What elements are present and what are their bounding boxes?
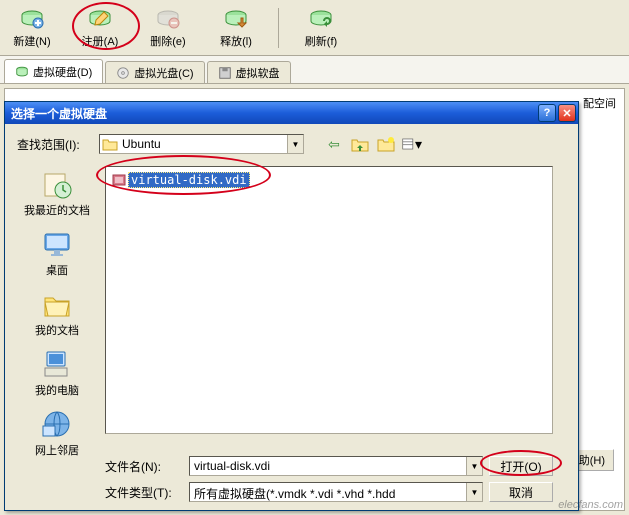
filename-value: virtual-disk.vdi [194,459,270,473]
tab-cd-label: 虚拟光盘(C) [134,65,193,81]
open-file-dialog: 选择一个虚拟硬盘 ? ✕ 查找范围(I): Ubuntu ▼ ⇦ [4,101,579,511]
vdi-file-icon [112,173,126,187]
back-button[interactable]: ⇦ [324,134,344,154]
toolbar-separator [278,8,279,48]
dialog-title: 选择一个虚拟硬盘 [11,105,107,122]
filename-label: 文件名(N): [105,458,183,475]
lookin-dropdown-icon[interactable]: ▼ [287,135,303,153]
release-button[interactable]: 释放(l) [208,2,264,53]
tab-floppy-label: 虚拟软盘 [236,65,280,81]
filetype-combo[interactable]: 所有虚拟硬盘(*.vmdk *.vdi *.vhd *.hdd ▼ [189,482,483,502]
new-label: 新建(N) [13,33,50,49]
disk-delete-icon [156,7,180,31]
new-button[interactable]: 新建(N) [4,2,60,53]
file-name: virtual-disk.vdi [128,172,250,188]
mycomputer-icon [41,348,73,380]
network-icon [41,408,73,440]
tab-virtual-floppy[interactable]: 虚拟软盘 [207,61,291,83]
tab-bar: 虚拟硬盘(D) 虚拟光盘(C) 虚拟软盘 [0,56,629,84]
filename-dropdown-icon[interactable]: ▼ [466,457,482,475]
refresh-label: 刷新(f) [305,33,337,49]
folder-up-icon [351,136,369,152]
place-desktop[interactable]: 桌面 [17,226,97,280]
dialog-titlebar: 选择一个虚拟硬盘 ? ✕ [5,102,578,124]
place-recent[interactable]: 我最近的文档 [17,166,97,220]
tab-virtual-harddisk[interactable]: 虚拟硬盘(D) [4,59,103,83]
tab-virtual-cd[interactable]: 虚拟光盘(C) [105,61,204,83]
dialog-close-button[interactable]: ✕ [558,104,576,122]
filetype-value: 所有虚拟硬盘(*.vmdk *.vdi *.vhd *.hdd [194,487,395,501]
cancel-button[interactable]: 取消 [489,482,553,502]
file-item[interactable]: virtual-disk.vdi [110,171,252,189]
filename-combo[interactable]: virtual-disk.vdi ▼ [189,456,483,476]
place-desktop-label: 桌面 [46,262,68,278]
place-network[interactable]: 网上邻居 [17,406,97,460]
view-icon [402,136,415,152]
filetype-label: 文件类型(T): [105,484,183,501]
register-label: 注册(A) [82,33,119,49]
desktop-icon [41,228,73,260]
floppy-icon [218,66,232,80]
place-mycomputer[interactable]: 我的电脑 [17,346,97,400]
new-folder-button[interactable] [376,134,396,154]
disk-register-icon [88,7,112,31]
filetype-dropdown-icon[interactable]: ▼ [466,483,482,501]
lookin-value: Ubuntu [122,137,161,151]
cd-icon [116,66,130,80]
view-menu-button[interactable]: ▾ [402,134,422,154]
register-button[interactable]: 注册(A) [72,2,128,53]
lookin-label: 查找范围(I): [17,136,93,153]
lookin-combo[interactable]: Ubuntu ▼ [99,134,304,154]
place-recent-label: 我最近的文档 [24,202,90,218]
tab-harddisk-label: 虚拟硬盘(D) [33,64,92,80]
delete-label: 删除(e) [150,33,185,49]
place-mydocs[interactable]: 我的文档 [17,286,97,340]
file-list[interactable]: virtual-disk.vdi [105,166,553,434]
disk-release-icon [224,7,248,31]
delete-button[interactable]: 删除(e) [140,2,196,53]
refresh-button[interactable]: 刷新(f) [293,2,349,53]
recent-icon [41,168,73,200]
up-folder-button[interactable] [350,134,370,154]
place-mydocs-label: 我的文档 [35,322,79,338]
main-toolbar: 新建(N) 注册(A) 删除(e) 释放(l) 刷新(f) [0,0,629,56]
folder-new-icon [377,136,395,152]
place-network-label: 网上邻居 [35,442,79,458]
disk-new-icon [20,7,44,31]
column-header: 配空间 [583,95,616,111]
harddisk-icon [15,65,29,79]
dialog-help-button[interactable]: ? [538,104,556,122]
open-button[interactable]: 打开(O) [489,456,553,476]
places-bar: 我最近的文档 桌面 我的文档 我的电脑 网上邻居 [17,166,97,460]
disk-refresh-icon [309,7,333,31]
folder-icon [102,137,118,151]
mydocs-icon [41,288,73,320]
watermark: elecfans.com [558,499,623,511]
release-label: 释放(l) [220,33,252,49]
place-mycomputer-label: 我的电脑 [35,382,79,398]
